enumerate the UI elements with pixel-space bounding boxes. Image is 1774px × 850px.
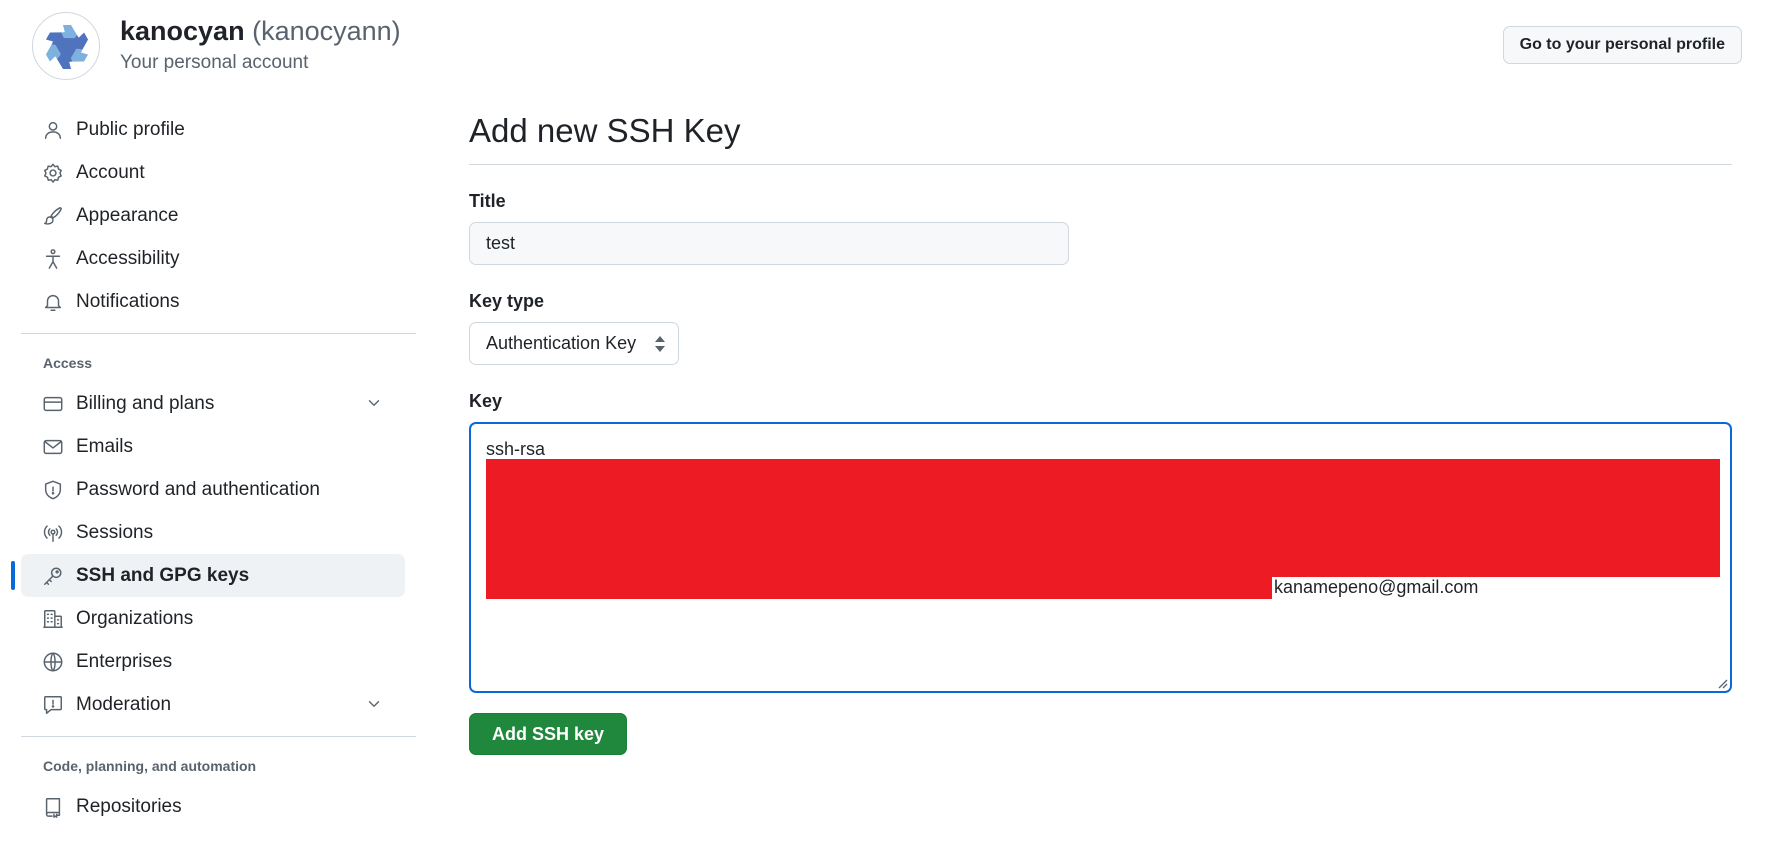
resize-handle-icon[interactable] xyxy=(1716,677,1728,689)
sidebar-item-label: Moderation xyxy=(76,693,172,715)
sidebar-item-label: Repositories xyxy=(76,795,182,817)
chevron-down-icon[interactable] xyxy=(365,695,383,713)
report-icon xyxy=(42,694,64,716)
paintbrush-icon xyxy=(42,205,64,227)
chevron-down-icon[interactable] xyxy=(365,394,383,412)
sidebar-item-label: Public profile xyxy=(76,118,185,140)
person-icon xyxy=(42,119,64,141)
gear-icon xyxy=(42,162,64,184)
key-icon xyxy=(42,565,64,587)
credit-card-icon xyxy=(42,393,64,415)
title-input[interactable] xyxy=(469,222,1069,265)
sidebar-item-sessions[interactable]: Sessions xyxy=(21,511,405,554)
sidebar-item-label: Organizations xyxy=(76,607,194,629)
redaction-block xyxy=(486,459,1720,577)
account-subtitle: Your personal account xyxy=(120,52,309,73)
sidebar-item-label: Emails xyxy=(76,435,134,457)
settings-sidebar: Public profile Account Appearance Access… xyxy=(11,108,416,828)
sidebar-item-organizations[interactable]: Organizations xyxy=(21,597,405,640)
mail-icon xyxy=(42,436,64,458)
select-arrows-icon xyxy=(655,336,665,352)
sidebar-item-label: SSH and GPG keys xyxy=(76,564,250,586)
broadcast-icon xyxy=(42,522,64,544)
sidebar-item-emails[interactable]: Emails xyxy=(21,425,405,468)
sidebar-item-label: Enterprises xyxy=(76,650,173,672)
add-ssh-key-button[interactable]: Add SSH key xyxy=(469,713,628,755)
sidebar-item-label: Sessions xyxy=(76,521,154,543)
sidebar-item-label: Account xyxy=(76,161,145,183)
snowflake-logo-icon xyxy=(45,25,89,69)
account-header: kanocyan (kanocyann) Your personal accou… xyxy=(32,12,1742,92)
sidebar-item-ssh-gpg-keys[interactable]: SSH and GPG keys xyxy=(11,554,405,597)
sidebar-item-notifications[interactable]: Notifications xyxy=(21,280,405,323)
key-type-select[interactable]: Authentication Key xyxy=(469,322,679,365)
shield-icon xyxy=(42,479,64,501)
sidebar-item-label: Accessibility xyxy=(76,247,180,269)
sidebar-item-appearance[interactable]: Appearance xyxy=(21,194,405,237)
accessibility-icon xyxy=(42,248,64,270)
sidebar-item-label: Password and authentication xyxy=(76,478,320,500)
sidebar-item-label: Billing and plans xyxy=(76,392,215,414)
organization-icon xyxy=(42,608,64,630)
title-field-label: Title xyxy=(469,191,506,211)
go-to-profile-button[interactable]: Go to your personal profile xyxy=(1502,26,1742,64)
sidebar-item-billing[interactable]: Billing and plans xyxy=(21,382,405,425)
key-prefix-text: ssh-rsa xyxy=(486,439,546,459)
sidebar-section-code: Code, planning, and automation xyxy=(43,758,257,774)
repo-icon xyxy=(42,796,64,818)
sidebar-divider xyxy=(21,333,416,334)
sidebar-item-password-authentication[interactable]: Password and authentication xyxy=(21,468,405,511)
sidebar-item-accessibility[interactable]: Accessibility xyxy=(21,237,405,280)
sidebar-divider xyxy=(21,736,416,737)
account-display-name: kanocyan xyxy=(120,16,245,46)
key-textarea[interactable]: ssh-rsa kanamepeno@gmail.com xyxy=(469,422,1732,693)
sidebar-item-repositories[interactable]: Repositories xyxy=(21,785,405,828)
key-type-label: Key type xyxy=(469,291,545,311)
key-type-value: Authentication Key xyxy=(486,333,637,353)
redaction-block xyxy=(486,574,1272,599)
globe-icon xyxy=(42,651,64,673)
avatar[interactable] xyxy=(32,12,100,80)
sidebar-item-moderation[interactable]: Moderation xyxy=(21,683,405,726)
account-login: (kanocyann) xyxy=(252,16,401,46)
add-ssh-key-form: Add new SSH Key Title Key type Authentic… xyxy=(469,112,1732,755)
bell-icon xyxy=(42,291,64,313)
sidebar-item-public-profile[interactable]: Public profile xyxy=(21,108,405,151)
account-name: kanocyan (kanocyann) xyxy=(120,16,401,47)
key-comment-email: kanamepeno@gmail.com xyxy=(1274,577,1479,597)
sidebar-section-access: Access xyxy=(43,355,93,371)
page-title: Add new SSH Key xyxy=(469,112,1732,165)
sidebar-item-label: Appearance xyxy=(76,204,179,226)
sidebar-item-enterprises[interactable]: Enterprises xyxy=(21,640,405,683)
key-field-label: Key xyxy=(469,391,503,411)
sidebar-item-account[interactable]: Account xyxy=(21,151,405,194)
sidebar-item-label: Notifications xyxy=(76,290,180,312)
